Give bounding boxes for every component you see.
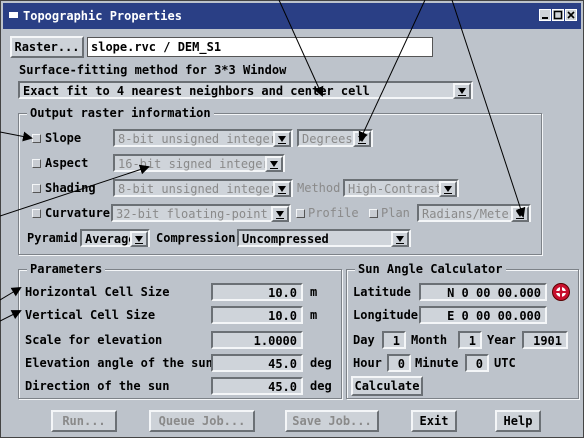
callout-arrow-slope-units (358, 0, 426, 142)
callout-arrow-horizontal-cell (0, 286, 22, 301)
callout-arrow-curvature-units (451, 0, 526, 218)
callout-arrow-slope-checkbox (0, 131, 33, 142)
callout-arrows (0, 0, 526, 322)
callout-arrow-vertical-cell (0, 310, 22, 322)
callout-arrow-aspect-type (0, 164, 150, 217)
callout-arrow-surface-method (278, 0, 324, 97)
